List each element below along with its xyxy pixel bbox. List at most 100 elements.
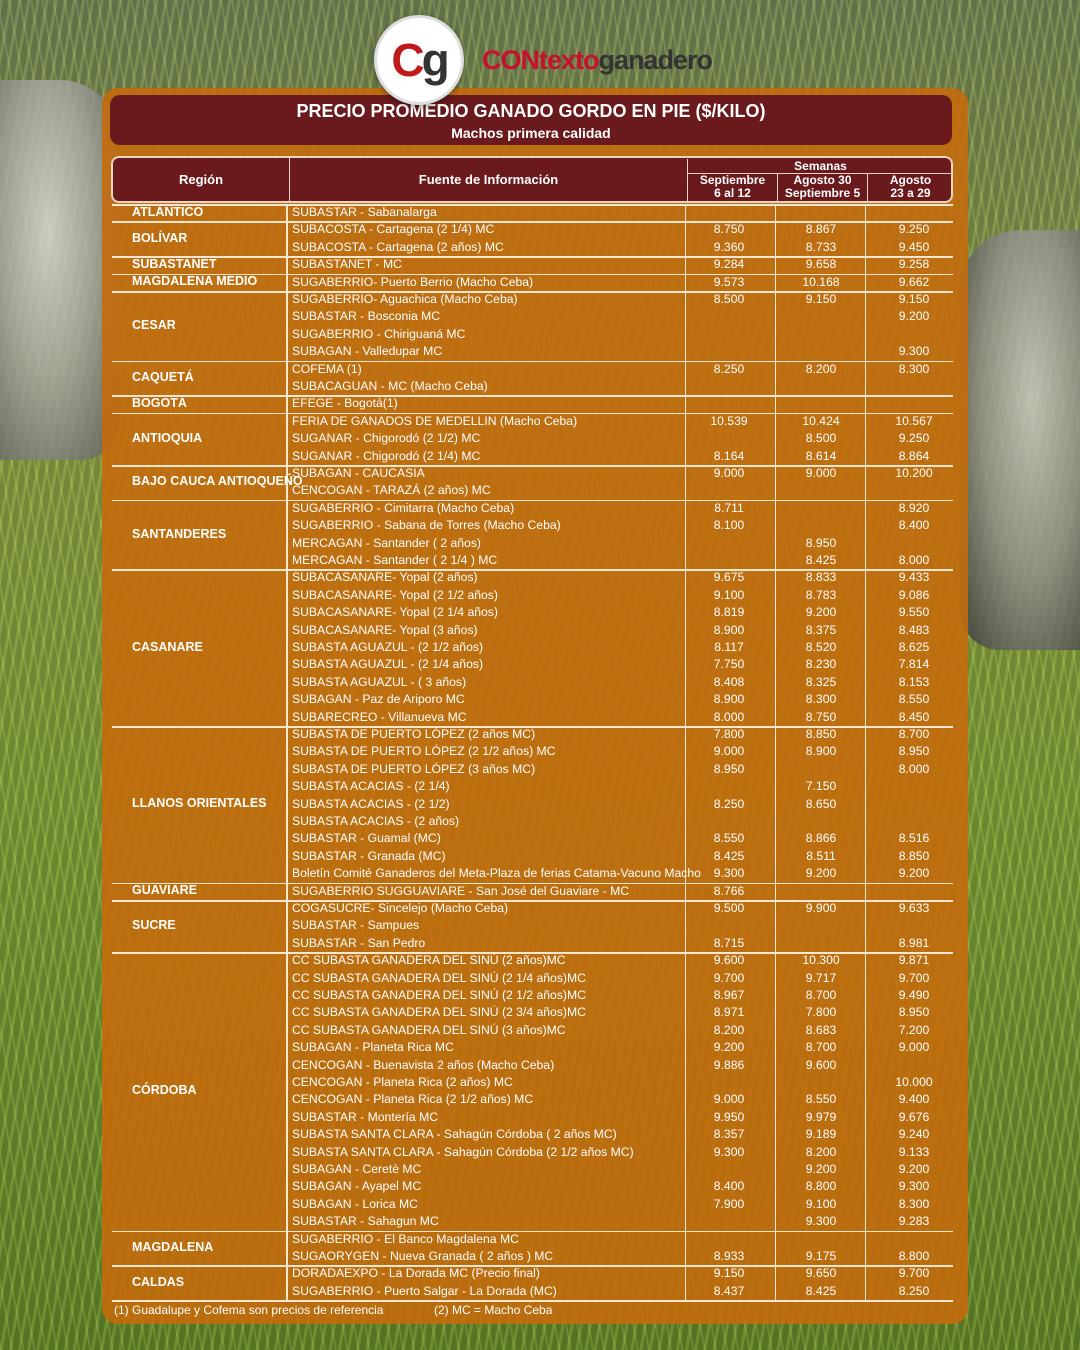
source-cell: SUBACOSTA - Cartagena (2 1/4) MC	[292, 222, 495, 237]
price-cell-week-1: 8.100	[713, 518, 745, 533]
price-cell-week-1: 8.400	[713, 1179, 745, 1194]
price-cell-week-3: 8.300	[898, 361, 930, 376]
price-cell-week-2: 9.200	[805, 1162, 837, 1176]
source-cell: CC SUBASTA GANADERA DEL SINÚ (2 1/4 años…	[292, 970, 586, 985]
price-cell-week-3: 9.086	[898, 587, 930, 602]
price-cell-week-1: 8.933	[713, 1249, 745, 1263]
source-cell: SUBASTA AGUAZUL - ( 3 años)	[292, 674, 467, 689]
price-cell-week-3: 8.981	[898, 935, 930, 950]
price-cell-week-3: 9.400	[898, 1092, 930, 1107]
source-cell: SUBASTAR - Sabanalarga	[292, 205, 437, 219]
price-cell-week-2: 9.979	[805, 1109, 837, 1124]
source-cell: SUGABERRIO - Cimitarra (Macho Ceba)	[292, 500, 515, 515]
source-cell: SUBASTAR - Bosconia MC	[292, 309, 441, 324]
price-cell-week-2: 9.717	[805, 970, 837, 985]
price-cell-week-3: 7.200	[898, 1022, 930, 1037]
table-row: SUBASTAR - Granada (MC) 8.425 8.511 8.850	[112, 848, 953, 865]
price-cell-week-3: 9.240	[898, 1127, 930, 1142]
brand-logo[interactable]: Cg CONtextoganadero	[374, 15, 713, 105]
table-row: SUBAGAN - Valledupar MC 9.300	[112, 343, 953, 360]
price-cell-week-2: 8.425	[805, 1283, 837, 1298]
price-cell-week-3: 8.516	[898, 831, 930, 846]
source-cell: SUBASTA ACACIAS - (2 1/4)	[292, 779, 450, 794]
price-cell-week-2: 8.800	[805, 1179, 837, 1194]
price-cell-week-1: 8.500	[713, 292, 745, 306]
price-cell-week-1: 8.437	[713, 1283, 745, 1298]
price-cell-week-3: 8.864	[898, 448, 930, 463]
price-cell-week-2: 8.866	[805, 831, 837, 846]
table-row: SUGABERRIO SUGGUAVIARE - San José del Gu…	[112, 883, 953, 900]
header-week-2: Agosto 30 Septiembre 5	[777, 174, 867, 201]
table-row: SUBAGAN - Ceretè MC 9.200 9.200	[112, 1161, 953, 1178]
price-cell-week-2: 9.600	[805, 1057, 837, 1072]
table-row: SUBASTA AGUAZUL - ( 3 años) 8.408 8.325 8.1…	[112, 674, 953, 691]
price-cell-week-2: 9.175	[805, 1249, 837, 1263]
table-row: SUBASTA DE PUERTO LÓPEZ (2 1/2 años) MC 9…	[112, 743, 953, 760]
table-row: SUBACASANARE- Yopal (2 años) 9.675 8.833 9.…	[112, 569, 953, 586]
price-cell-week-1: 9.300	[713, 1144, 745, 1159]
table-row: SUBASTA ACACIAS - (2 1/2) 8.250 8.650	[112, 796, 953, 813]
source-cell: SUBAGAN - Ceretè MC	[292, 1162, 422, 1176]
source-cell: SUBAGAN - Lorica MC	[292, 1196, 418, 1211]
price-cell-week-2: 8.425	[805, 553, 837, 567]
table-row: SUBACASANARE- Yopal (2 1/2 años) 9.100 8.7…	[112, 587, 953, 604]
table-row: SUBASTAR - San Pedro 8.715 8.981	[112, 935, 953, 952]
price-cell-week-3: 9.258	[898, 257, 930, 272]
table-row: SUBASTA ACACIAS - (2 1/4) 7.150	[112, 778, 953, 795]
source-cell: CENCOGAN - TARAZÁ (2 años) MC	[292, 483, 491, 498]
source-cell: SUBASTAR - Granada (MC)	[292, 848, 446, 863]
table-row: MERCAGAN - Santander ( 2 1/4 ) MC 8.425 8.…	[112, 552, 953, 569]
price-cell-week-1: 8.200	[713, 1022, 745, 1037]
price-cell-week-3: 8.920	[898, 500, 930, 515]
price-cell-week-1: 7.900	[713, 1196, 745, 1211]
price-cell-week-2: 9.100	[805, 1196, 837, 1211]
table-row: CC SUBASTA GANADERA DEL SINÚ (2 1/4 años…	[112, 970, 953, 987]
brand-name-part1: CONtexto	[482, 44, 600, 75]
background-cow-right	[960, 230, 1080, 650]
price-cell-week-1: 8.715	[713, 935, 745, 950]
price-cell-week-3: 7.814	[898, 657, 930, 672]
header-fuente: Fuente de Información	[289, 158, 687, 201]
price-cell-week-1: 9.000	[713, 1092, 745, 1107]
price-cell-week-1: 9.100	[713, 587, 745, 602]
price-cell-week-3: 9.200	[898, 1162, 930, 1176]
source-cell: CC SUBASTA GANADERA DEL SINÚ (2 1/2 años…	[292, 988, 586, 1002]
header-week-3: Agosto 23 a 29	[867, 174, 953, 201]
table-row: SUGABERRIO - Sabana de Torres (Macho Ceb…	[112, 517, 953, 534]
logo-letter-g: g	[421, 34, 450, 86]
table-row: SUBACOSTA - Cartagena (2 años) MC 9.360 8.…	[112, 239, 953, 256]
table-row: SUBASTAR - Sabanalarga	[112, 204, 953, 221]
price-cell-week-1: 8.408	[713, 674, 745, 689]
source-cell: EFEGE - Bogotá(1)	[292, 396, 398, 411]
source-cell: COFEMA (1)	[292, 361, 362, 376]
price-cell-week-1: 9.200	[713, 1040, 745, 1055]
price-cell-week-2: 8.200	[805, 361, 837, 376]
table-row: SUGAORYGEN - Nueva Granada ( 2 años ) MC…	[112, 1248, 953, 1265]
table-row: SUGABERRIO - Cimitarra (Macho Ceba) 8.711…	[112, 500, 953, 517]
price-cell-week-2: 10.168	[802, 274, 840, 289]
price-cell-week-1: 8.766	[713, 883, 745, 898]
price-cell-week-3: 8.550	[898, 692, 930, 707]
source-cell: SUBARECREO - Villanueva MC	[292, 709, 467, 724]
price-cell-week-2: 8.867	[805, 222, 837, 237]
table-row: SUBAGAN - CAUCASIA 9.000 9.000 10.200	[112, 465, 953, 482]
price-cell-week-1: 9.700	[713, 970, 745, 985]
price-cell-week-3: 9.300	[898, 344, 930, 359]
price-cell-week-3: 10.567	[895, 413, 933, 428]
table-row: SUBASTAR - Montería MC 9.950 9.979 9.676	[112, 1109, 953, 1126]
price-cell-week-2: 10.300	[802, 953, 840, 968]
footnote-reference: (1) Guadalupe y Cofema son precios de re…	[114, 1303, 384, 1317]
price-cell-week-1: 8.117	[714, 640, 744, 654]
source-cell: SUBACASANARE- Yopal (2 1/4 años)	[292, 605, 498, 620]
table-row: SUBASTA SANTA CLARA - Sahagún Córdoba ( …	[112, 1126, 953, 1143]
price-cell-week-3: 9.662	[898, 274, 930, 289]
table-row: CENCOGAN - Buenavista 2 años (Macho Ceba…	[112, 1057, 953, 1074]
price-cell-week-2: 8.750	[805, 709, 837, 724]
source-cell: SUBACASANARE- Yopal (2 1/2 años)	[292, 587, 498, 602]
price-cell-week-3: 9.633	[898, 901, 930, 915]
price-cell-week-2: 9.200	[805, 866, 837, 881]
price-cell-week-1: 9.360	[713, 239, 745, 254]
price-cell-week-3: 9.000	[898, 1040, 930, 1055]
source-cell: SUBASTA DE PUERTO LÓPEZ (2 años MC)	[292, 727, 536, 741]
price-cell-week-1: 8.967	[713, 988, 745, 1002]
